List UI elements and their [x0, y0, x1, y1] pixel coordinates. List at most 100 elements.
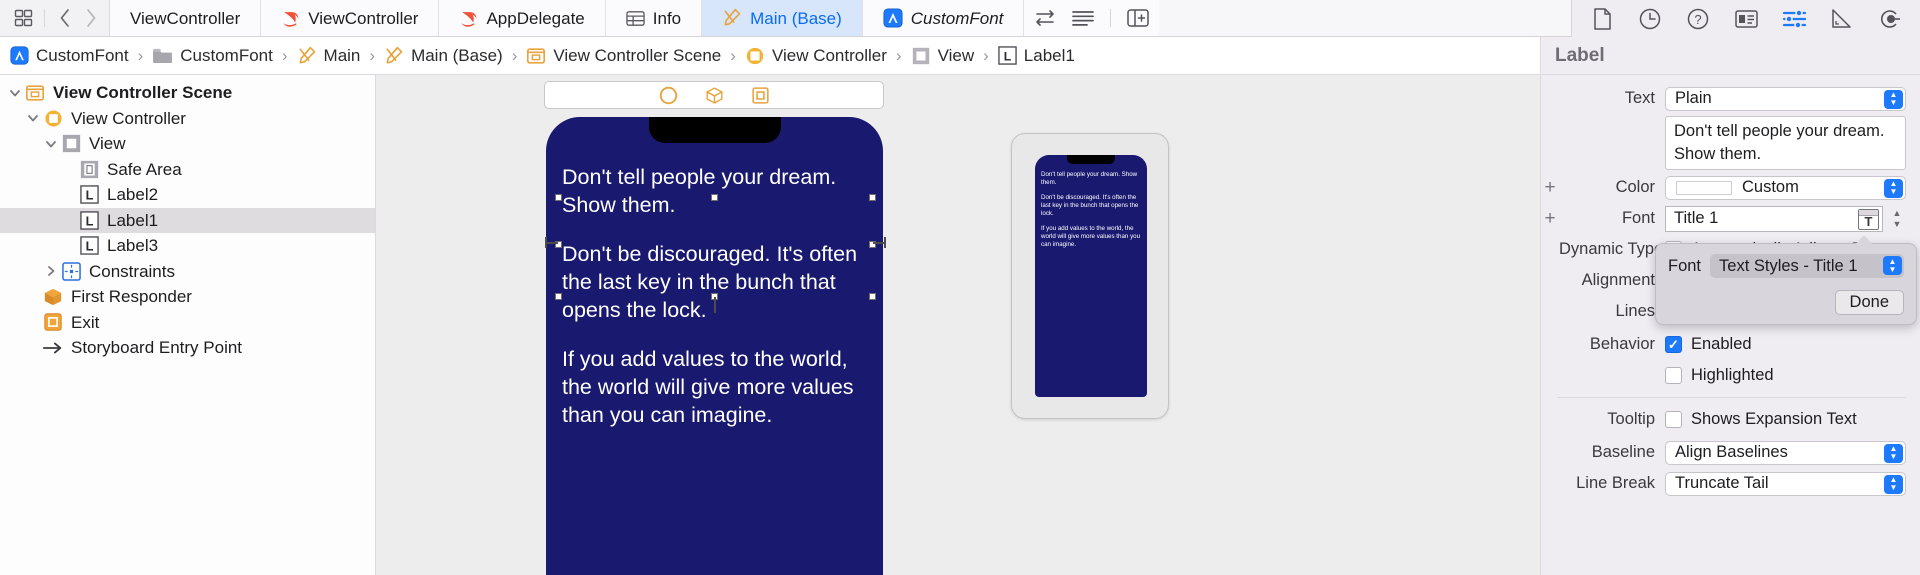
- outline-row-entry-point[interactable]: Storyboard Entry Point: [0, 335, 375, 361]
- tab-customfont[interactable]: CustomFont: [863, 0, 1025, 36]
- interface-builder-canvas[interactable]: Don't tell people your dream. Show them.…: [376, 75, 1540, 575]
- first-responder-dock-icon[interactable]: [704, 85, 724, 105]
- exit-dock-icon[interactable]: [750, 85, 770, 105]
- shows-expansion-text-label: Shows Expansion Text: [1691, 410, 1857, 429]
- view-icon: [60, 134, 82, 154]
- breadcrumb-item-view[interactable]: View: [911, 46, 975, 66]
- disclosure-triangle[interactable]: [24, 112, 42, 124]
- identity-inspector-icon[interactable]: [1722, 1, 1770, 37]
- tab-viewcontroller-swift[interactable]: ViewController: [261, 0, 439, 36]
- outline-row-scene[interactable]: View Controller Scene: [0, 80, 375, 106]
- device-notch: [649, 117, 781, 143]
- enabled-checkbox[interactable]: [1665, 336, 1682, 353]
- label-icon: L: [78, 236, 100, 256]
- breadcrumb-label: Main: [324, 46, 361, 66]
- inspector-row-text: + Text Plain ▲▼: [1541, 85, 1920, 112]
- svg-text:L: L: [1004, 49, 1012, 63]
- outline-row-viewcontroller[interactable]: View Controller: [0, 106, 375, 132]
- disclosure-triangle[interactable]: [6, 87, 24, 99]
- tooltip-row-label: Tooltip: [1559, 410, 1665, 429]
- text-type-popup[interactable]: Plain ▲▼: [1665, 87, 1906, 111]
- breadcrumb-item-scene[interactable]: View Controller Scene: [526, 46, 721, 66]
- disclosure-triangle[interactable]: [42, 138, 60, 150]
- canvas-device-view[interactable]: Don't tell people your dream. Show them.…: [546, 117, 883, 575]
- attributes-inspector-icon[interactable]: [1770, 1, 1818, 37]
- disclosure-triangle[interactable]: [42, 265, 60, 277]
- scene-dock: [544, 81, 884, 109]
- baseline-field: Align Baselines ▲▼: [1665, 441, 1906, 465]
- text-color-popup[interactable]: Custom ▲▼: [1665, 176, 1906, 200]
- chevron-updown-icon[interactable]: ▲▼: [1883, 256, 1902, 275]
- text-type-value: Plain: [1675, 89, 1712, 108]
- font-size-stepper[interactable]: ▲▼: [1888, 206, 1906, 232]
- svg-text:L: L: [85, 213, 93, 228]
- tab-bar-right-controls: [1024, 0, 1159, 36]
- popover-footer: Done: [1668, 290, 1904, 315]
- chevron-updown-icon[interactable]: ▲▼: [1884, 179, 1903, 198]
- tab-label: ViewController: [130, 10, 240, 27]
- grid-icon[interactable]: [10, 9, 36, 28]
- add-editor-icon[interactable]: [1119, 0, 1157, 36]
- label-text-input[interactable]: Don't tell people your dream. Show them.: [1665, 116, 1906, 170]
- editor-lines-icon[interactable]: [1064, 0, 1102, 36]
- chevron-left-icon[interactable]: [53, 6, 77, 30]
- chevron-right-icon[interactable]: [79, 6, 103, 30]
- chevron-updown-icon[interactable]: ▲▼: [1884, 90, 1903, 109]
- file-inspector-icon[interactable]: [1578, 1, 1626, 37]
- breadcrumb-item-viewcontroller[interactable]: View Controller: [745, 46, 887, 66]
- breadcrumb-item-main-base[interactable]: Main (Base): [384, 46, 503, 66]
- add-font-variation-button[interactable]: +: [1541, 209, 1559, 228]
- popover-font-select[interactable]: Text Styles - Title 1 ▲▼: [1710, 254, 1904, 278]
- tab-appdelegate[interactable]: AppDelegate: [439, 0, 605, 36]
- breadcrumb: CustomFont › CustomFont › Main › Main (B…: [0, 37, 1920, 75]
- label1-text[interactable]: Don't be discouraged. It's often the las…: [562, 240, 867, 324]
- size-inspector-icon[interactable]: [1818, 1, 1866, 37]
- tab-info[interactable]: Info: [606, 0, 702, 36]
- outline-row-first-responder[interactable]: First Responder: [0, 284, 375, 310]
- tab-label: AppDelegate: [486, 10, 584, 27]
- done-button[interactable]: Done: [1835, 290, 1904, 315]
- preview-notch: [1067, 155, 1115, 164]
- shows-expansion-text-checkbox[interactable]: [1665, 411, 1682, 428]
- outline-row-safe-area[interactable]: Safe Area: [0, 157, 375, 183]
- outline-row-label2[interactable]: L Label2: [0, 182, 375, 208]
- baseline-popup[interactable]: Align Baselines ▲▼: [1665, 441, 1906, 465]
- viewcontroller-icon: [745, 46, 765, 66]
- font-value: Title 1: [1674, 209, 1718, 228]
- line-break-popup[interactable]: Truncate Tail ▲▼: [1665, 472, 1906, 496]
- outline-row-exit[interactable]: Exit: [0, 310, 375, 336]
- tab-main-base[interactable]: Main (Base): [702, 0, 863, 36]
- text-row-label: Text: [1559, 89, 1665, 108]
- font-picker-icon[interactable]: T: [1858, 209, 1879, 230]
- label2-text[interactable]: Don't tell people your dream. Show them.: [562, 163, 867, 219]
- quick-help-inspector-icon[interactable]: ?: [1674, 1, 1722, 37]
- breadcrumb-item-label1[interactable]: L Label1: [998, 46, 1075, 66]
- viewcontroller-dock-icon[interactable]: [658, 85, 678, 105]
- tab-bar-left-controls: [0, 0, 110, 36]
- tab-viewcontroller-1[interactable]: ViewController: [110, 0, 261, 36]
- breadcrumb-item-project[interactable]: CustomFont: [10, 46, 129, 66]
- add-color-variation-button[interactable]: +: [1541, 178, 1559, 197]
- connections-inspector-icon[interactable]: [1866, 1, 1914, 37]
- chevron-updown-icon[interactable]: ▲▼: [1884, 475, 1903, 494]
- inspector-row-color: + Color Custom ▲▼: [1541, 174, 1920, 201]
- tab-label: CustomFont: [911, 10, 1004, 27]
- label3-text[interactable]: If you add values to the world, the worl…: [562, 345, 867, 429]
- font-popover[interactable]: Font Text Styles - Title 1 ▲▼ Done: [1655, 243, 1917, 325]
- outline-row-view[interactable]: View: [0, 131, 375, 157]
- color-swatch[interactable]: [1676, 181, 1732, 195]
- adjust-editor-options-icon[interactable]: [1026, 0, 1064, 36]
- breadcrumb-item-folder[interactable]: CustomFont: [152, 46, 273, 66]
- font-value-field[interactable]: Title 1 T: [1665, 206, 1883, 232]
- breadcrumb-item-main[interactable]: Main: [297, 46, 361, 66]
- outline-row-constraints[interactable]: Constraints: [0, 259, 375, 285]
- color-value: Custom: [1742, 178, 1799, 197]
- outline-row-label1[interactable]: L Label1: [0, 208, 375, 234]
- outline-row-label3[interactable]: L Label3: [0, 233, 375, 259]
- breadcrumb-label: View Controller Scene: [553, 46, 721, 66]
- history-inspector-icon[interactable]: [1626, 1, 1674, 37]
- preview-device[interactable]: Don't tell people your dream. Show them.…: [1011, 133, 1169, 419]
- highlighted-checkbox[interactable]: [1665, 367, 1682, 384]
- editor-tabs: ViewController ViewController AppDelegat…: [110, 0, 1571, 36]
- chevron-updown-icon[interactable]: ▲▼: [1884, 444, 1903, 463]
